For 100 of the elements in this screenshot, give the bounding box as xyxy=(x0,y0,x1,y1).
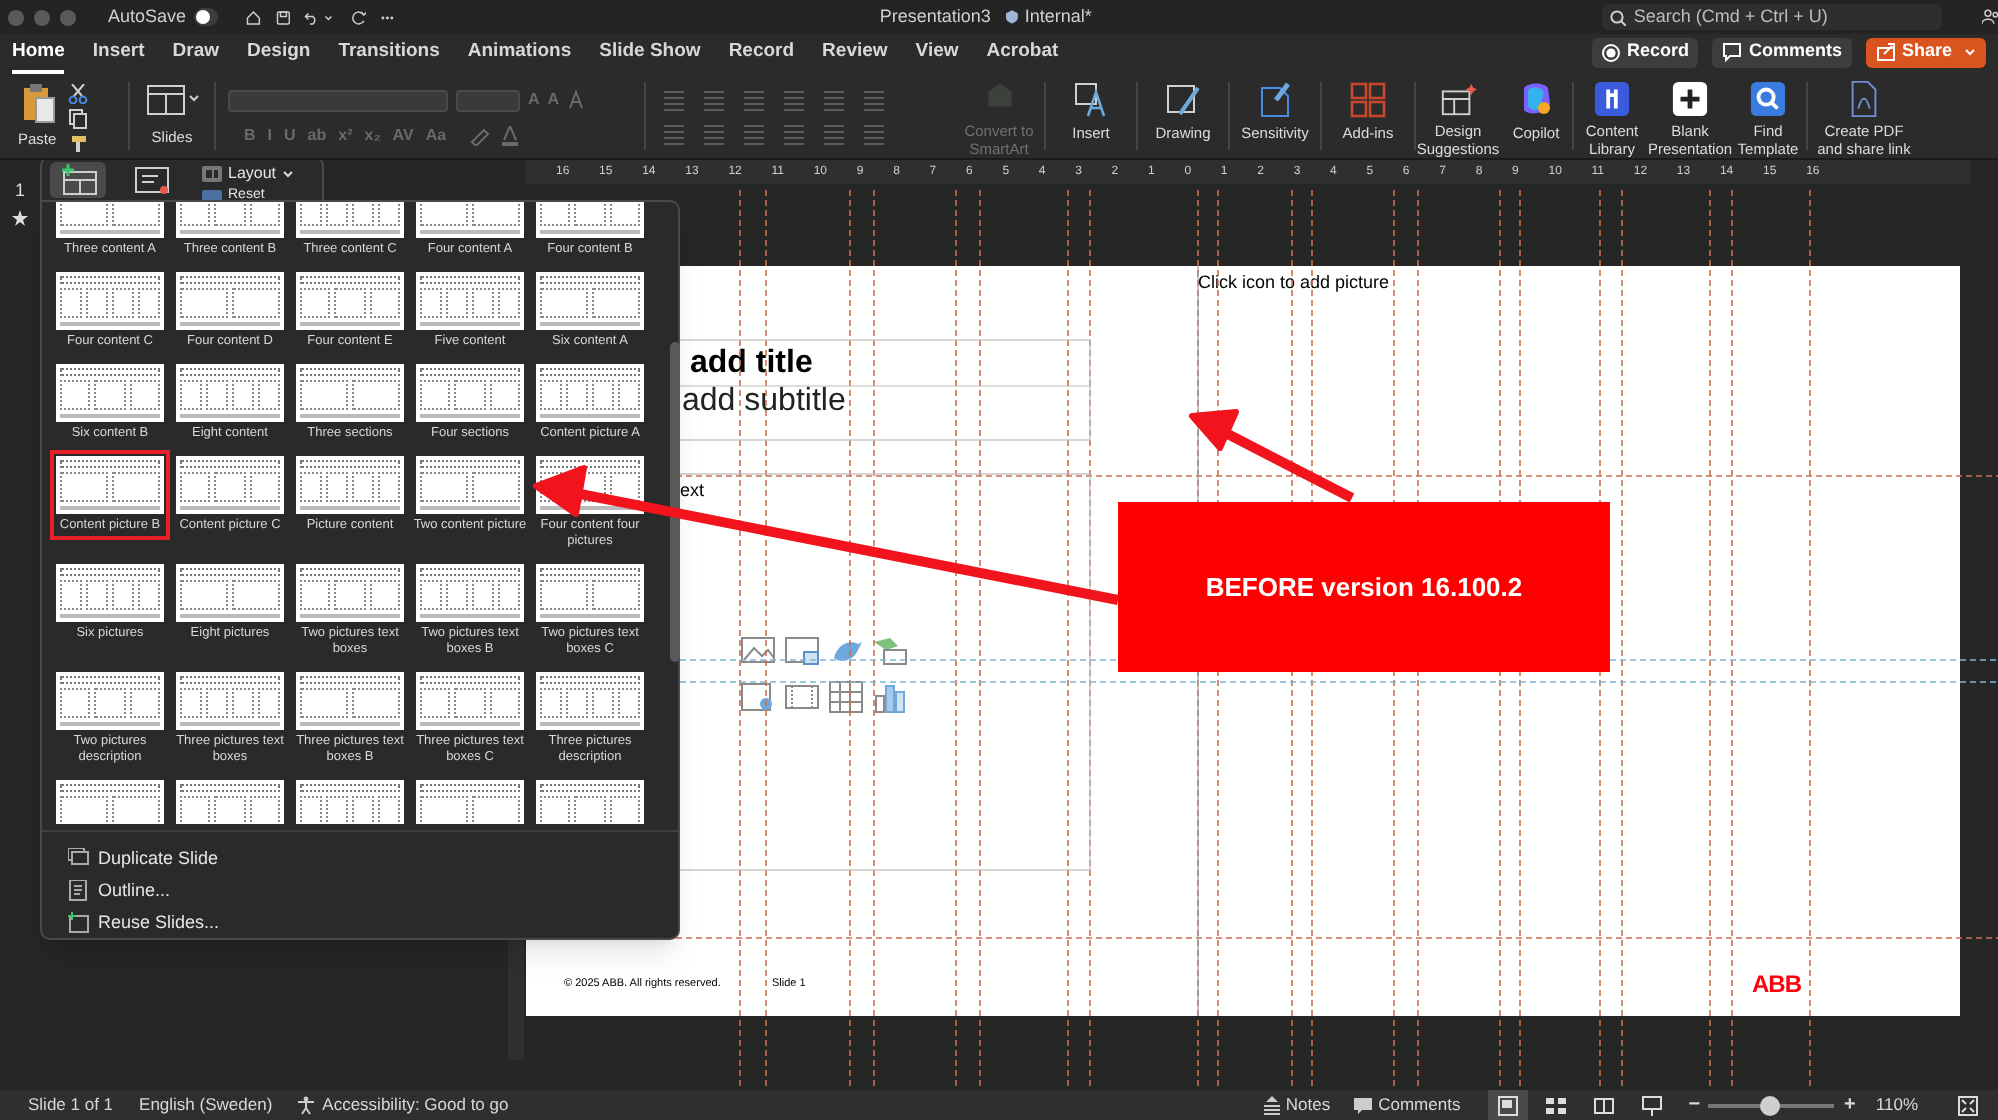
new-slide-design-icon[interactable] xyxy=(134,162,170,196)
slide-number: 1 xyxy=(14,178,25,204)
autosave-label: AutoSave xyxy=(108,3,187,30)
language-text[interactable]: English (Sweden) xyxy=(139,1092,273,1118)
record-button[interactable]: Record xyxy=(1592,37,1699,67)
clear-format-icon[interactable] xyxy=(567,90,586,110)
comments-button[interactable]: Comments xyxy=(1712,37,1852,67)
align-right-icon[interactable] xyxy=(742,124,766,146)
layout-option[interactable] xyxy=(530,774,650,824)
format-painter-icon[interactable] xyxy=(68,134,89,154)
scissors-icon[interactable] xyxy=(68,84,89,104)
clipboard-icon xyxy=(19,82,56,124)
zoom-in-button[interactable]: + xyxy=(1844,1090,1856,1120)
share-icon xyxy=(1875,42,1896,62)
video-icon[interactable] xyxy=(784,680,820,714)
subtitle-placeholder-text: add subtitle xyxy=(682,384,846,420)
notes-button[interactable]: Notes xyxy=(1263,1092,1331,1118)
ribbon-tab[interactable]: Record xyxy=(728,34,795,74)
layout-preview xyxy=(416,780,524,824)
font-name-field[interactable] xyxy=(228,89,448,111)
ribbon-tab[interactable]: Review xyxy=(822,34,888,74)
bullets-icon[interactable] xyxy=(662,90,686,112)
layout-preview xyxy=(296,456,404,514)
picture-icon[interactable] xyxy=(784,634,820,668)
slide-count-text: Slide 1 of 1 xyxy=(28,1092,114,1118)
line-spacing-icon[interactable] xyxy=(822,90,846,112)
comment-icon xyxy=(1354,1097,1373,1113)
align-center-icon[interactable] xyxy=(702,124,726,146)
undo-icon[interactable] xyxy=(304,7,320,27)
sensitivity-icon xyxy=(1255,80,1295,120)
align-left-icon[interactable] xyxy=(662,124,686,146)
copy-icon[interactable] xyxy=(68,108,89,130)
person-picture-icon[interactable] xyxy=(740,680,776,714)
ribbon-tab[interactable]: Slide Show xyxy=(599,34,701,74)
align-text-icon[interactable] xyxy=(862,124,886,146)
bar-chart-icon[interactable] xyxy=(872,680,908,714)
content-library-icon xyxy=(1592,80,1632,118)
highlighter-icon[interactable] xyxy=(470,126,491,146)
zoom-percent-text[interactable]: 110% xyxy=(1875,1092,1918,1118)
layout-option[interactable] xyxy=(170,774,290,824)
caret-icon xyxy=(282,170,295,178)
home-icon[interactable] xyxy=(246,7,262,27)
layout-option[interactable] xyxy=(410,774,530,824)
comments-button[interactable]: Comments xyxy=(1354,1092,1461,1118)
layout-preview xyxy=(416,272,524,330)
new-slide-button[interactable] xyxy=(50,162,106,198)
ribbon-tab[interactable]: Draw xyxy=(172,34,220,74)
duplicate-menu-item[interactable]: Duplicate Slide xyxy=(68,844,678,874)
layout-preview xyxy=(296,364,404,422)
plus-icon xyxy=(1670,80,1710,118)
autosave-toggle[interactable] xyxy=(194,8,219,26)
accessibility-icon xyxy=(298,1095,317,1115)
save-icon[interactable] xyxy=(275,7,291,27)
layout-preview xyxy=(296,564,404,622)
drawing-icon xyxy=(1163,80,1203,120)
layout-preview xyxy=(176,272,284,330)
layout-preview xyxy=(416,456,524,514)
ribbon-tab[interactable]: View xyxy=(915,34,959,74)
layout-preview xyxy=(176,564,284,622)
new-slide-icon xyxy=(59,164,97,196)
font-size-field[interactable] xyxy=(456,89,520,111)
justify-icon[interactable] xyxy=(782,124,806,146)
font-color-icon[interactable] xyxy=(502,126,519,146)
ribbon-tab[interactable]: Insert xyxy=(92,34,145,74)
normal-view-button[interactable] xyxy=(1488,1090,1529,1120)
decrease-indent-icon[interactable] xyxy=(742,90,766,112)
increase-indent-icon[interactable] xyxy=(782,90,806,112)
fit-to-window-icon[interactable] xyxy=(1958,1095,1978,1115)
more-icon[interactable] xyxy=(380,13,396,21)
reuse-menu-item[interactable]: Reuse Slides... xyxy=(68,908,678,938)
reading-view-icon xyxy=(1594,1095,1615,1115)
scrollbar-thumb[interactable] xyxy=(670,342,680,662)
layout-preview xyxy=(56,456,164,514)
layout-preview xyxy=(176,364,284,422)
layout-option[interactable] xyxy=(290,774,410,824)
ribbon-tab[interactable]: Animations xyxy=(467,34,572,74)
zoom-out-button[interactable]: − xyxy=(1688,1090,1701,1120)
redo-icon[interactable] xyxy=(352,7,367,27)
caret-icon[interactable] xyxy=(323,13,333,21)
layout-button[interactable]: Layout xyxy=(202,162,295,186)
numbering-icon[interactable] xyxy=(702,90,726,112)
share-button[interactable]: Share xyxy=(1865,37,1986,67)
layout-preview xyxy=(416,364,524,422)
outline-menu-item[interactable]: Outline... xyxy=(68,876,678,906)
text-direction-icon[interactable] xyxy=(822,124,846,146)
ribbon-tab[interactable]: Acrobat xyxy=(986,34,1059,74)
search-field[interactable]: Search (Cmd + Ctrl + U) xyxy=(1601,4,1942,30)
record-icon xyxy=(1602,43,1621,61)
ribbon-tab[interactable]: Transitions xyxy=(338,34,440,74)
accessibility-button[interactable]: Accessibility: Good to go xyxy=(298,1092,509,1118)
zoom-slider-thumb[interactable] xyxy=(1759,1095,1780,1115)
ribbon-tab[interactable]: Design xyxy=(247,34,311,74)
slide-layout-icon xyxy=(145,82,199,118)
table-icon[interactable] xyxy=(828,680,864,714)
columns-icon[interactable] xyxy=(862,90,886,112)
layout-preview xyxy=(416,672,524,730)
layout-option[interactable] xyxy=(50,774,170,824)
people-icon[interactable] xyxy=(1981,6,1998,28)
picture-icon[interactable] xyxy=(740,634,776,668)
chat-icon[interactable] xyxy=(872,634,908,668)
